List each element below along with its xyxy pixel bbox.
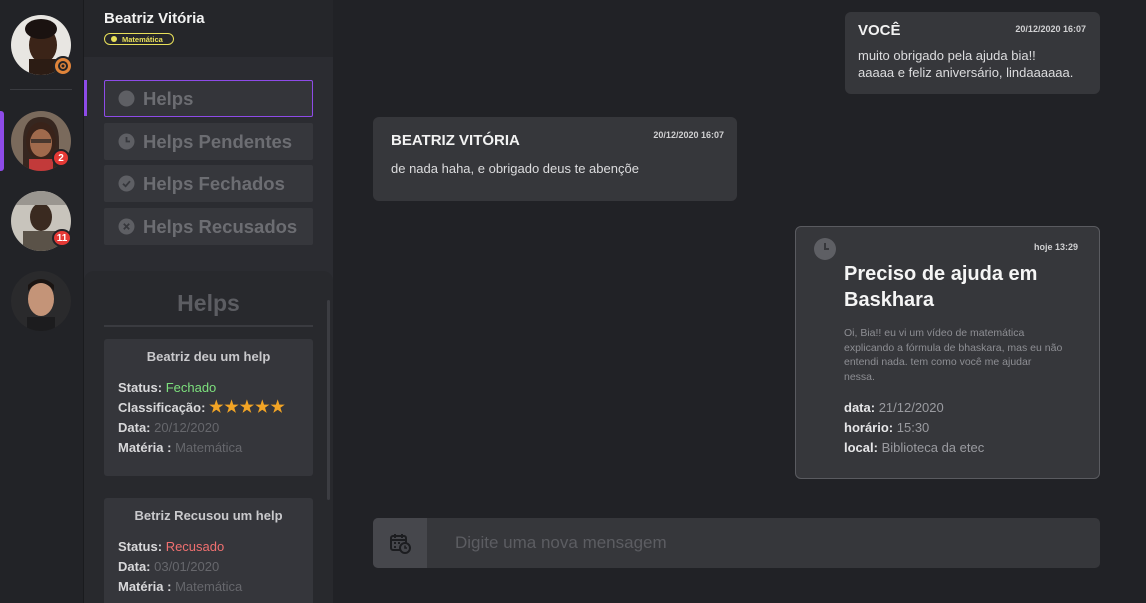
help-card-date: Data: 03/01/2020 bbox=[118, 559, 220, 574]
contact-avatar-3[interactable] bbox=[11, 271, 71, 331]
contacts-rail: 2 11 bbox=[0, 0, 84, 603]
app-window: 2 11 Beatriz Vitória Matemática Helps He… bbox=[0, 0, 1146, 603]
help-card-subject: Matéria : Matemática bbox=[118, 579, 243, 594]
request-description: Oi, Bia!! eu vi um vídeo de matemática e… bbox=[844, 327, 1063, 383]
contact-name: Beatriz Vitória bbox=[104, 10, 205, 27]
helps-title-divider bbox=[104, 325, 313, 327]
menu-active-indicator bbox=[84, 80, 87, 116]
menu-label: Helps bbox=[143, 87, 194, 109]
help-card-title: Beatriz deu um help bbox=[146, 349, 271, 364]
help-card[interactable]: Betriz Recusou um help Status: Recusado … bbox=[104, 498, 313, 603]
active-contact-indicator bbox=[0, 111, 4, 171]
message-composer bbox=[373, 518, 1100, 568]
rating-stars-icon: ★★★★★ bbox=[209, 399, 286, 416]
message-time: 20/12/2020 16:07 bbox=[1015, 24, 1086, 34]
message-text: de nada haha, e obrigado deus te abençõe bbox=[391, 161, 639, 176]
menu-helps-recusados[interactable]: Helps Recusados bbox=[104, 208, 313, 245]
help-card[interactable]: Beatriz deu um help Status: Fechado Clas… bbox=[104, 339, 313, 476]
help-request-card[interactable]: hoje 13:29 Preciso de ajuda em Baskhara … bbox=[795, 226, 1100, 479]
menu-label: Helps Recusados bbox=[143, 215, 298, 237]
helps-sidebar: Beatriz Vitória Matemática Helps Helps P… bbox=[84, 0, 333, 603]
tag-dot-icon bbox=[111, 36, 117, 42]
status-value: Fechado bbox=[165, 380, 217, 395]
settings-gear-icon[interactable] bbox=[53, 56, 73, 76]
request-hour: horário: 15:30 bbox=[844, 420, 930, 435]
rail-divider bbox=[10, 89, 72, 90]
clock-icon bbox=[814, 238, 836, 260]
x-circle-icon bbox=[118, 218, 135, 235]
helps-scrollbar[interactable] bbox=[327, 300, 330, 500]
request-time: hoje 13:29 bbox=[1033, 242, 1078, 252]
menu-helps[interactable]: Helps bbox=[104, 80, 313, 117]
request-date: data: 21/12/2020 bbox=[844, 400, 944, 415]
unread-badge: 2 bbox=[52, 149, 70, 167]
message-author: BEATRIZ VITÓRIA bbox=[391, 132, 520, 149]
help-card-title: Betriz Recusou um help bbox=[134, 508, 283, 523]
contact-header: Beatriz Vitória Matemática bbox=[84, 0, 333, 57]
schedule-help-button[interactable] bbox=[373, 518, 427, 568]
menu-helps-pendentes[interactable]: Helps Pendentes bbox=[104, 123, 313, 160]
check-circle-icon bbox=[118, 175, 135, 192]
message-author: VOCÊ bbox=[858, 22, 901, 39]
subject-tag-label: Matemática bbox=[122, 34, 163, 44]
helps-panel-title: Helps bbox=[177, 290, 240, 316]
circle-icon bbox=[118, 90, 135, 107]
message-input[interactable] bbox=[427, 518, 1100, 568]
status-value: Recusado bbox=[165, 539, 225, 554]
subject-tag: Matemática bbox=[104, 33, 174, 45]
menu-label: Helps Pendentes bbox=[143, 130, 293, 152]
message-bubble-sent: VOCÊ 20/12/2020 16:07 muito obrigado pel… bbox=[845, 12, 1100, 94]
calendar-clock-icon bbox=[390, 534, 411, 554]
help-card-rating: Classificação: ★★★★★ bbox=[118, 399, 286, 416]
chat-area: VOCÊ 20/12/2020 16:07 muito obrigado pel… bbox=[333, 0, 1146, 603]
request-place: local: Biblioteca da etec bbox=[844, 440, 985, 455]
help-card-status: Status: Fechado bbox=[118, 380, 217, 395]
message-time: 20/12/2020 16:07 bbox=[653, 130, 724, 140]
help-card-status: Status: Recusado bbox=[118, 539, 225, 554]
message-text: muito obrigado pela ajuda bia!! aaaaa e … bbox=[858, 48, 1074, 80]
help-card-date: Data: 20/12/2020 bbox=[118, 420, 220, 435]
menu-helps-fechados[interactable]: Helps Fechados bbox=[104, 165, 313, 202]
menu-label: Helps Fechados bbox=[143, 172, 285, 194]
help-card-subject: Matéria : Matemática bbox=[118, 440, 243, 455]
message-bubble-received: BEATRIZ VITÓRIA 20/12/2020 16:07 de nada… bbox=[373, 117, 737, 201]
unread-badge: 11 bbox=[52, 229, 72, 247]
request-title: Preciso de ajuda em Baskhara bbox=[844, 263, 1038, 311]
clock-icon bbox=[118, 133, 135, 150]
